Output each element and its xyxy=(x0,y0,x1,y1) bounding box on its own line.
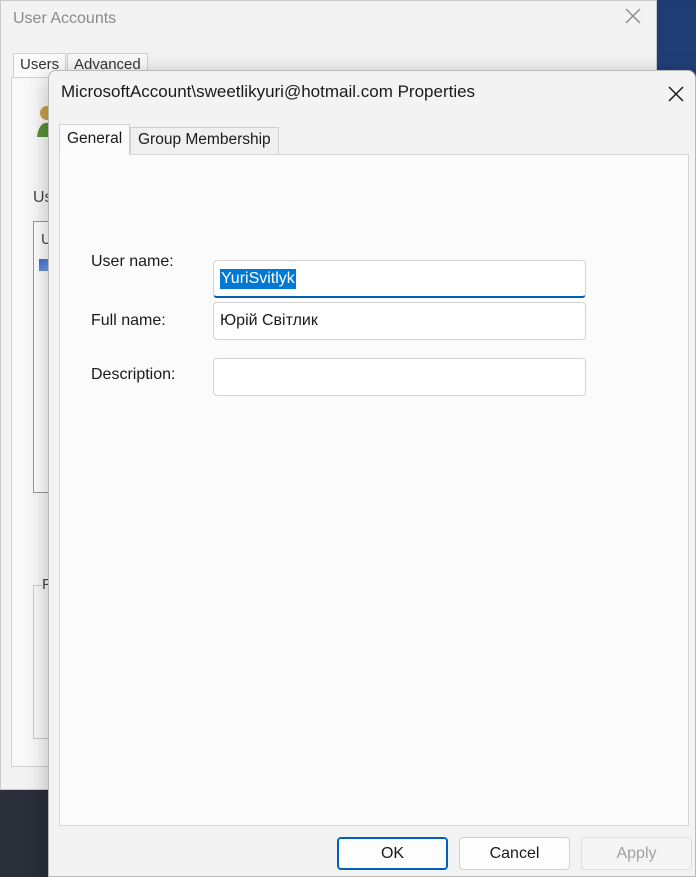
window-title: User Accounts xyxy=(13,10,117,27)
close-icon[interactable] xyxy=(661,79,691,109)
ok-button[interactable]: OK xyxy=(337,837,448,870)
dialog-title: MicrosoftAccount\sweetlikyuri@hotmail.co… xyxy=(61,82,476,101)
full-name-label: Full name: xyxy=(91,312,166,329)
apply-button[interactable]: Apply xyxy=(581,837,692,870)
cancel-button[interactable]: Cancel xyxy=(459,837,570,870)
full-name-field[interactable] xyxy=(213,302,586,340)
user-name-label: User name: xyxy=(91,253,174,270)
description-field[interactable] xyxy=(213,358,586,396)
description-label: Description: xyxy=(91,366,176,383)
user-name-value: YuriSvitlyk xyxy=(220,268,296,289)
tab-general[interactable]: General xyxy=(59,124,131,155)
properties-dialog: MicrosoftAccount\sweetlikyuri@hotmail.co… xyxy=(48,70,696,877)
general-tab-panel: User name: YuriSvitlyk Full name: Descri… xyxy=(59,154,689,826)
user-name-field[interactable]: YuriSvitlyk xyxy=(213,260,586,298)
close-icon[interactable] xyxy=(621,7,645,31)
tab-group-membership[interactable]: Group Membership xyxy=(130,127,279,154)
